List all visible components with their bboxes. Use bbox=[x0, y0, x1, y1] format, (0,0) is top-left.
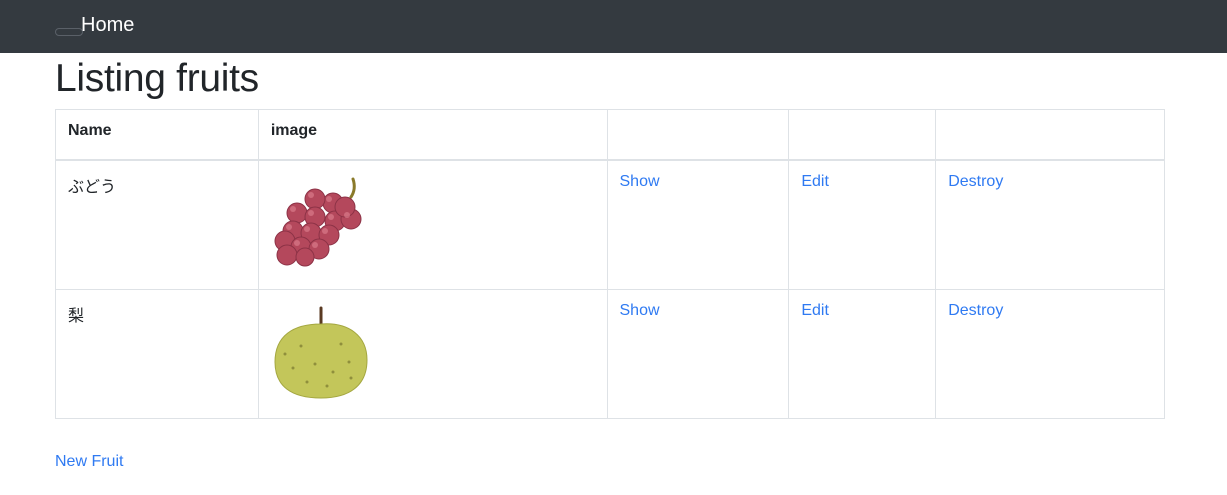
edit-link[interactable]: Edit bbox=[801, 173, 829, 190]
table-header-row: Name image bbox=[55, 109, 1165, 161]
fruit-name: 梨 bbox=[55, 288, 259, 419]
grapes-image bbox=[274, 177, 362, 266]
header-edit-column bbox=[788, 109, 937, 161]
fruits-table: Name image ぶどう Show Edit Destroy 梨 Show … bbox=[55, 109, 1165, 419]
page-title: Listing fruits bbox=[55, 57, 259, 100]
table-row: ぶどう Show Edit Destroy bbox=[55, 159, 1165, 290]
show-link[interactable]: Show bbox=[620, 302, 660, 319]
fruit-image-cell bbox=[257, 159, 608, 290]
header-image: image bbox=[257, 109, 608, 161]
destroy-cell: Destroy bbox=[935, 288, 1165, 419]
show-cell: Show bbox=[606, 288, 790, 419]
header-show-column bbox=[606, 109, 790, 161]
edit-cell: Edit bbox=[788, 288, 937, 419]
table-row: 梨 Show Edit Destroy bbox=[55, 288, 1165, 419]
show-link[interactable]: Show bbox=[620, 173, 660, 190]
destroy-link[interactable]: Destroy bbox=[948, 173, 1003, 190]
top-navbar: Home bbox=[0, 0, 1227, 53]
edit-link[interactable]: Edit bbox=[801, 302, 829, 319]
navbar-toggler-button[interactable] bbox=[55, 28, 83, 36]
header-name: Name bbox=[55, 109, 259, 161]
show-cell: Show bbox=[606, 159, 790, 290]
destroy-link[interactable]: Destroy bbox=[948, 302, 1003, 319]
fruit-name: ぶどう bbox=[55, 159, 259, 290]
pear-image bbox=[274, 306, 368, 399]
navbar-brand-home-link[interactable]: Home bbox=[81, 13, 134, 37]
edit-cell: Edit bbox=[788, 159, 937, 290]
new-fruit-link[interactable]: New Fruit bbox=[55, 452, 123, 471]
destroy-cell: Destroy bbox=[935, 159, 1165, 290]
fruit-image-cell bbox=[257, 288, 608, 419]
header-destroy-column bbox=[935, 109, 1165, 161]
